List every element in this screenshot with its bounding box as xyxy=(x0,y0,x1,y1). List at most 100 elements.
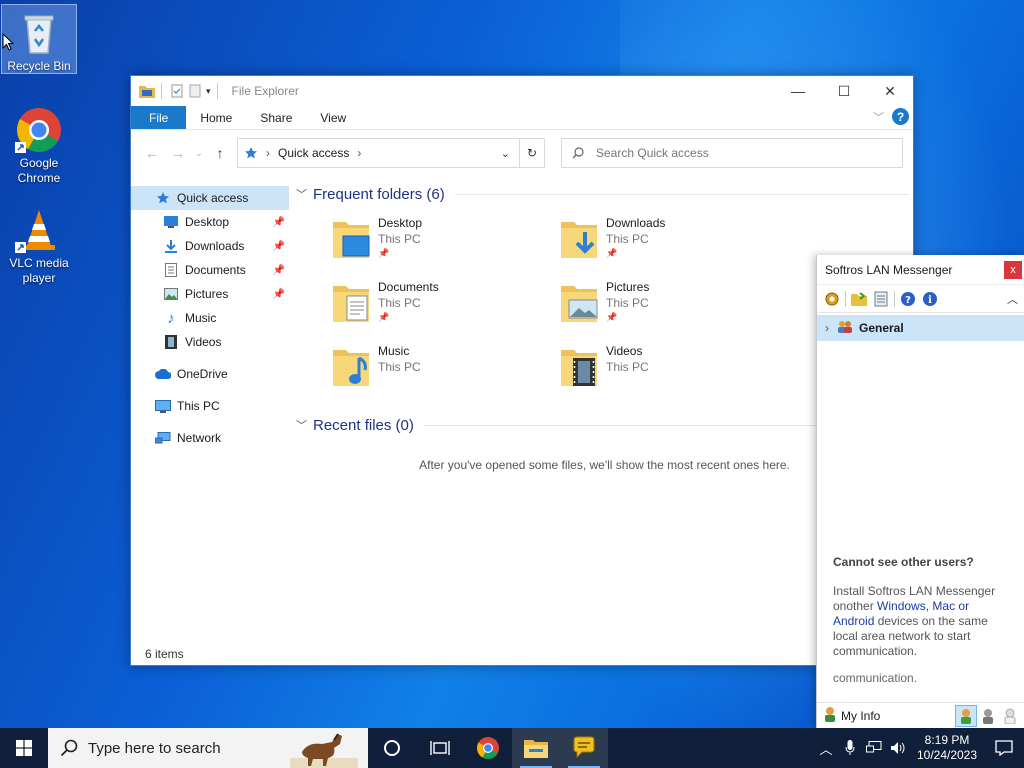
search-icon xyxy=(572,147,584,159)
message-history-icon[interactable] xyxy=(872,290,890,308)
user-group-general[interactable]: › General xyxy=(817,315,1024,341)
search-box[interactable] xyxy=(561,138,903,168)
tab-file[interactable]: File xyxy=(131,106,187,129)
maximize-button[interactable]: ☐ xyxy=(821,76,867,106)
folder-name: Videos xyxy=(606,344,643,358)
close-button[interactable]: ✕ xyxy=(867,76,913,106)
minimize-button[interactable]: — xyxy=(775,76,821,106)
collapse-chevron-icon[interactable]: ﹀ xyxy=(296,186,307,202)
expand-ribbon-chevron-icon[interactable]: ﹀ xyxy=(873,109,884,125)
frequent-folders-header[interactable]: ﹀ Frequent folders (6) xyxy=(296,182,913,206)
microphone-icon[interactable] xyxy=(838,740,862,756)
folder-tile-music[interactable]: Music This PC xyxy=(331,344,541,404)
settings-gear-icon[interactable] xyxy=(823,290,841,308)
help-question-icon[interactable]: ? xyxy=(899,290,917,308)
new-folder-icon[interactable] xyxy=(186,82,204,100)
tab-home[interactable]: Home xyxy=(186,106,246,129)
collapse-toolbar-chevron-icon[interactable]: ︿ xyxy=(1007,291,1018,307)
nav-item-downloads[interactable]: Downloads 📌 xyxy=(131,234,289,258)
open-folder-icon[interactable] xyxy=(850,290,868,308)
star-icon xyxy=(155,191,171,205)
download-arrow-icon xyxy=(163,239,179,253)
clock-date: 10/24/2023 xyxy=(916,748,978,762)
folder-location: This PC xyxy=(378,232,421,246)
desktop-icon xyxy=(163,215,179,229)
taskbar-chrome[interactable] xyxy=(464,728,512,768)
nav-item-network[interactable]: Network xyxy=(131,426,289,450)
taskbar-file-explorer[interactable] xyxy=(512,728,560,768)
file-explorer-folder-icon xyxy=(524,740,548,758)
collapse-chevron-icon[interactable]: ﹀ xyxy=(296,417,307,433)
taskbar-search-box[interactable]: Type here to search xyxy=(48,728,368,768)
start-button[interactable] xyxy=(0,728,48,768)
folder-tile-downloads[interactable]: Downloads This PC 📌 xyxy=(559,216,769,276)
address-bar[interactable]: › Quick access › ⌄ xyxy=(237,138,545,168)
volume-speaker-icon[interactable] xyxy=(886,741,910,755)
folder-tile-pictures[interactable]: Pictures This PC 📌 xyxy=(559,280,769,340)
messenger-close-button[interactable]: x xyxy=(1004,261,1022,279)
taskbar-clock[interactable]: 8:19 PM 10/24/2023 xyxy=(910,733,984,763)
desktop-icon-vlc[interactable]: VLC media player xyxy=(2,202,76,286)
task-view-button[interactable] xyxy=(416,728,464,768)
nav-item-this-pc[interactable]: This PC xyxy=(131,394,289,418)
expand-chevron-icon[interactable]: › xyxy=(825,321,829,335)
my-info-user-icon xyxy=(823,706,837,725)
desktop-icon-label: Recycle Bin xyxy=(7,59,71,73)
breadcrumb-quick-access[interactable]: Quick access xyxy=(278,146,349,160)
taskbar-lan-messenger[interactable] xyxy=(560,728,608,768)
messenger-titlebar[interactable]: Softros LAN Messenger x xyxy=(817,255,1024,285)
recent-locations-chevron-icon[interactable]: ⌄ xyxy=(191,148,207,159)
nav-item-pictures[interactable]: Pictures 📌 xyxy=(131,282,289,306)
svg-text:i: i xyxy=(928,295,932,306)
up-arrow-icon[interactable]: ↑ xyxy=(207,145,233,161)
network-status-icon[interactable] xyxy=(862,741,886,755)
star-quick-access-icon xyxy=(245,147,257,159)
about-info-icon[interactable]: i xyxy=(921,290,939,308)
nav-item-label: Downloads xyxy=(185,239,245,253)
status-online-icon[interactable] xyxy=(955,705,977,727)
toolbar-separator xyxy=(845,290,846,307)
folder-location: This PC xyxy=(606,232,649,246)
my-info-button[interactable]: My Info xyxy=(841,709,880,723)
back-arrow-icon[interactable]: ← xyxy=(139,145,165,161)
tab-view[interactable]: View xyxy=(306,106,360,129)
music-folder-icon xyxy=(333,350,369,386)
status-away-icon[interactable] xyxy=(978,706,998,726)
navigation-pane: Quick access Desktop 📌 Downloads 📌 Docum… xyxy=(131,186,289,641)
help-icon[interactable]: ? xyxy=(892,108,909,125)
folder-name: Pictures xyxy=(606,280,650,294)
task-view-cortana-button[interactable] xyxy=(368,728,416,768)
desktop-icon-google-chrome[interactable]: Google Chrome xyxy=(2,102,76,186)
search-input[interactable] xyxy=(596,146,856,160)
folder-location: This PC xyxy=(378,360,421,374)
nav-item-label: Pictures xyxy=(185,287,229,301)
nav-item-music[interactable]: ♪ Music xyxy=(131,306,289,330)
group-title: Frequent folders (6) xyxy=(313,185,445,203)
nav-item-desktop[interactable]: Desktop 📌 xyxy=(131,210,289,234)
folder-tile-videos[interactable]: Videos This PC xyxy=(559,344,769,404)
no-users-help: Cannot see other users? Install Softros … xyxy=(833,555,1009,686)
folder-tile-documents[interactable]: Documents This PC 📌 xyxy=(331,280,541,340)
nav-item-label: OneDrive xyxy=(177,367,228,381)
refresh-button[interactable]: ↻ xyxy=(519,138,545,168)
folder-name: Desktop xyxy=(378,216,423,230)
show-hidden-icons-chevron-icon[interactable]: ︿ xyxy=(814,739,838,758)
nav-item-onedrive[interactable]: OneDrive xyxy=(131,362,289,386)
document-icon xyxy=(163,263,179,277)
forward-arrow-icon[interactable]: → xyxy=(165,145,191,161)
properties-icon[interactable] xyxy=(168,82,186,100)
action-center-button[interactable] xyxy=(984,740,1024,756)
nav-item-videos[interactable]: Videos xyxy=(131,330,289,354)
tab-share[interactable]: Share xyxy=(246,106,306,129)
pin-icon: 📌 xyxy=(378,248,390,258)
status-offline-icon[interactable] xyxy=(1000,706,1020,726)
pin-icon: 📌 xyxy=(272,240,285,252)
nav-item-quick-access[interactable]: Quick access xyxy=(131,186,289,210)
explorer-titlebar[interactable]: ▾ File Explorer — ☐ ✕ xyxy=(131,76,913,106)
folder-tile-desktop[interactable]: Desktop This PC 📌 xyxy=(331,216,541,276)
customize-toolbar-dropdown-icon[interactable]: ▾ xyxy=(206,86,211,97)
pin-icon: 📌 xyxy=(378,312,390,322)
address-dropdown-icon[interactable]: ⌄ xyxy=(501,147,510,160)
nav-item-documents[interactable]: Documents 📌 xyxy=(131,258,289,282)
